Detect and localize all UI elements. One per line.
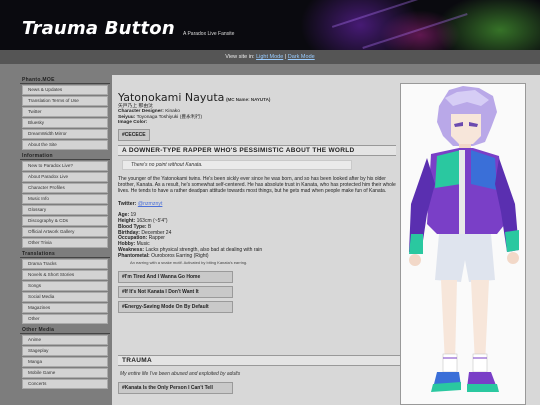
sidebar-link[interactable]: Stageplay (22, 346, 108, 356)
dark-mode-link[interactable]: Dark Mode (288, 54, 315, 60)
sidebar-link[interactable]: Bluesky (22, 118, 108, 128)
sidebar-link[interactable]: Manga (22, 357, 108, 367)
twitter-handle-link[interactable]: @nzmznyt (138, 201, 163, 207)
sidebar-link[interactable]: About the Site (22, 140, 108, 150)
sidebar-link[interactable]: News & Updates (22, 85, 108, 95)
sidebar-heading: Information (20, 153, 110, 160)
sidebar-heading: Translations (20, 251, 110, 258)
character-portrait (400, 83, 526, 405)
sidebar-nav: Phanto.MOE News & Updates Translation Term… (20, 77, 110, 392)
image-color-badge: #CECECE (118, 128, 150, 141)
trauma-section: TRAUMA My entire life I've been abused a… (118, 355, 400, 397)
view-mode-bar: View site in: Light Mode | Dark Mode (0, 50, 540, 64)
sidebar-link[interactable]: Translation Terms of Use (22, 96, 108, 106)
trauma-heading: TRAUMA (118, 355, 400, 366)
view-mode-prefix: View site in: (225, 54, 255, 60)
trauma-text: My entire life I've been abused and expl… (120, 371, 241, 377)
tagline-heading: A DOWNER-TYPE RAPPER WHO'S PESSIMISTIC A… (118, 144, 396, 156)
sidebar-link[interactable]: New to Paradox Live? (22, 161, 108, 171)
sidebar-link[interactable]: Drama Tracks (22, 259, 108, 269)
sidebar-link[interactable]: Magazines (22, 303, 108, 313)
song-list: #I'm Tired And I Wanna Go Home #If It's N… (118, 271, 396, 314)
site-header: Trauma Button A Paradox Live Fansite (0, 0, 540, 50)
sidebar-link[interactable]: Discography & CDs (22, 216, 108, 226)
designer-label: Character Designer: (118, 109, 164, 115)
image-color-label: Image Color: (118, 120, 148, 126)
view-mode-separator: | (284, 54, 287, 60)
quote-text: There's no point without Kanata. (122, 159, 352, 170)
sidebar-group: Phanto.MOE News & Updates Translation Term… (20, 77, 110, 150)
sidebar-group: Other Media Anime Stageplay Manga Mobile Gam… (20, 327, 110, 389)
sidebar-link[interactable]: Twitter (22, 107, 108, 117)
sidebar-link[interactable]: About Paradox Live (22, 172, 108, 182)
sidebar-link[interactable]: Anime (22, 335, 108, 345)
site-subtitle: A Paradox Live Fansite (183, 31, 235, 37)
song-link[interactable]: #Energy-Saving Mode On By Default (118, 301, 233, 314)
sidebar-group: Translations Drama Tracks Novels & Short S… (20, 251, 110, 324)
mc-name: (MC Name: NAYUTA) (226, 97, 271, 102)
sidebar-link[interactable]: Glossary (22, 205, 108, 215)
sidebar-link[interactable]: Other Trivia (22, 238, 108, 248)
light-mode-link[interactable]: Light Mode (256, 54, 283, 60)
quote: There's no point without Kanata. (122, 159, 396, 170)
site-title-link[interactable]: Trauma Button (22, 18, 175, 39)
sidebar-link[interactable]: Social Media (22, 292, 108, 302)
character-description: The younger of the Yatonokami twins. He'… (118, 175, 396, 195)
sidebar-link[interactable]: Concerts (22, 379, 108, 389)
character-name: Yatonokami Nayuta (118, 91, 225, 104)
song-link[interactable]: #If It's Not Kanata I Don't Want It (118, 286, 233, 299)
character-stats: Age: 19 Height: 163cm (~5'4") Blood Type: … (118, 212, 396, 260)
stat-value: Rapper (148, 235, 165, 242)
twitter-label: Twitter: (118, 200, 137, 207)
sidebar-group: Information New to Paradox Live? About Par… (20, 153, 110, 248)
sidebar-link[interactable]: Songs (22, 281, 108, 291)
phantometal-note: An earring with a snake motif. Activated… (130, 260, 248, 266)
sidebar-link[interactable]: Other (22, 314, 108, 324)
sidebar-link[interactable]: Mobile Game (22, 368, 108, 378)
designer-value: Kinako (165, 109, 180, 115)
stat-label: Phantometal: (118, 253, 150, 260)
song-link[interactable]: #I'm Tired And I Wanna Go Home (118, 271, 233, 284)
sidebar-link[interactable]: Character Profiles (22, 183, 108, 193)
sidebar-link[interactable]: DreamWidth Mirror (22, 129, 108, 139)
sidebar-link[interactable]: Music Info (22, 194, 108, 204)
header-art-green (430, 0, 540, 50)
twitter-line: Twitter: @nzmznyt (118, 201, 396, 207)
sidebar-heading: Phanto.MOE (20, 77, 110, 84)
sidebar-link[interactable]: Official Artwork Gallery (22, 227, 108, 237)
trauma-song-link[interactable]: #Kanata Is the Only Person I Can't Tell (118, 382, 233, 394)
character-illustration (409, 86, 519, 392)
sidebar-heading: Other Media (20, 327, 110, 334)
sidebar-link[interactable]: Novels & Short Stories (22, 270, 108, 280)
image-color-line: Image Color: (118, 120, 396, 125)
stat-value: Ouroboros Earring (Right) (151, 253, 209, 260)
character-profile: Yatonokami Nayuta (MC Name: NAYUTA) 矢戸乃上… (118, 91, 396, 316)
